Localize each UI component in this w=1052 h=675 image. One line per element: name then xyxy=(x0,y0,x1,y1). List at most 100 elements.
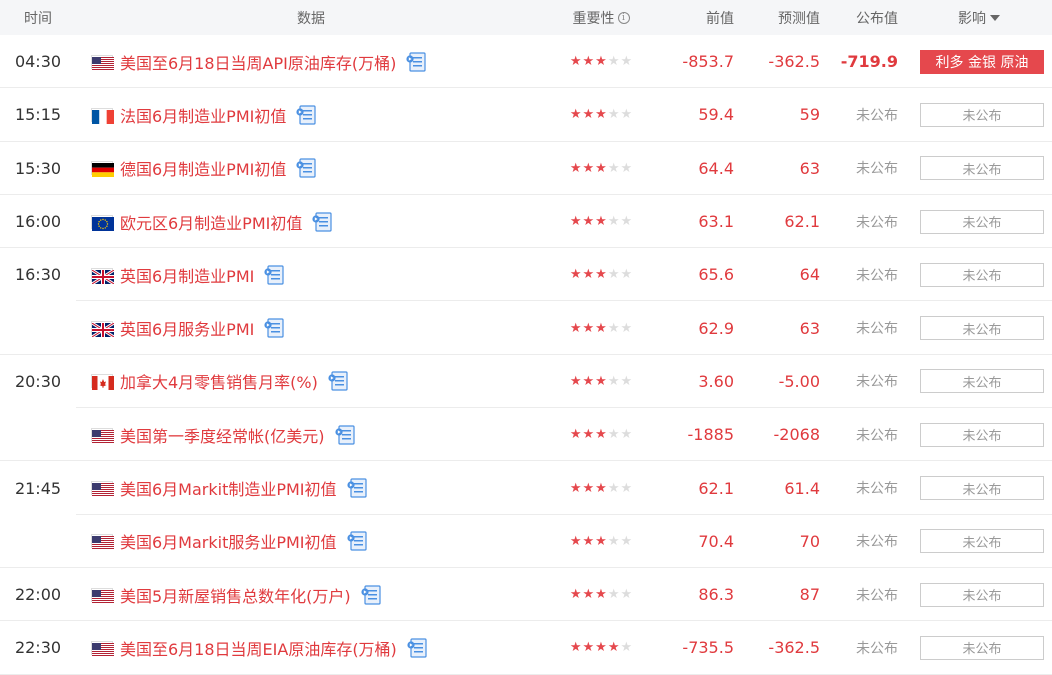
impact-cell: 未公布 xyxy=(906,635,1052,660)
forecast-value: 62.1 xyxy=(784,212,820,232)
event-name-link[interactable]: 欧元区6月制造业PMI初值 xyxy=(118,210,302,234)
star-icon: ★ xyxy=(595,54,607,70)
event-time: 16:00 xyxy=(14,212,62,232)
previous-value: 86.3 xyxy=(698,585,734,605)
event-time: 20:30 xyxy=(14,371,62,391)
star-icon: ★ xyxy=(620,587,633,603)
impact-badge: 未公布 xyxy=(920,635,1044,660)
event-name-link[interactable]: 美国至6月18日当周API原油库存(万桶) xyxy=(118,50,396,74)
star-icon: ★ xyxy=(620,480,633,496)
star-icon: ★ xyxy=(582,373,595,389)
video-document-icon[interactable] xyxy=(296,158,318,178)
event-name-cell: 美国第一季度经常帐(亿美元) xyxy=(118,423,546,447)
event-name-link[interactable]: 美国第一季度经常帐(亿美元) xyxy=(118,423,325,447)
star-icon: ★ xyxy=(569,54,582,70)
header-importance: 重要性 i xyxy=(546,8,656,28)
importance-stars: ★ ★ ★ ★ ★ xyxy=(546,55,656,68)
country-flag-icon xyxy=(76,321,118,339)
video-document-icon[interactable] xyxy=(328,371,350,392)
impact-cell: 未公布 xyxy=(906,316,1052,341)
star-icon: ★ xyxy=(582,107,595,123)
header-impact-filter[interactable]: 影响 xyxy=(906,8,1052,28)
video-document-icon[interactable] xyxy=(346,531,369,551)
video-document-icon[interactable] xyxy=(264,265,286,285)
event-name-cell: 英国6月制造业PMI xyxy=(118,263,546,287)
impact-badge: 未公布 xyxy=(920,156,1044,181)
star-icon: ★ xyxy=(582,54,595,70)
event-name-link[interactable]: 英国6月制造业PMI xyxy=(118,263,254,287)
header-time: 时间 xyxy=(24,10,52,27)
impact-cell: 利多 金银 原油 xyxy=(906,49,1052,74)
table-row[interactable]: 20:30 加拿大4月零售销售月率(%) ★ ★ ★ ★ ★ 3.60 -5.00 未公… xyxy=(0,355,1052,409)
row-divider xyxy=(0,673,1052,675)
actual-value: 未公布 xyxy=(856,481,898,498)
star-icon: ★ xyxy=(620,267,633,283)
country-flag-icon xyxy=(76,427,118,444)
forecast-value: 87 xyxy=(799,585,820,605)
table-row[interactable]: 21:45 美国6月Markit制造业PMI初值 ★ ★ ★ ★ ★ 62.1 61.4… xyxy=(0,461,1052,515)
video-document-icon[interactable] xyxy=(407,638,429,658)
previous-value: 62.9 xyxy=(698,318,734,338)
video-document-icon[interactable] xyxy=(334,425,357,445)
star-icon: ★ xyxy=(620,54,633,70)
event-time: 15:30 xyxy=(14,158,62,178)
actual-value: 未公布 xyxy=(856,640,898,657)
info-icon[interactable]: i xyxy=(617,11,630,24)
table-row[interactable]: 15:30 德国6月制造业PMI初值 ★ ★ ★ ★ ★ 64.4 63 未公布 未公布 xyxy=(0,142,1052,195)
table-row[interactable]: 美国6月Markit服务业PMI初值 ★ ★ ★ ★ ★ 70.4 70 未公布 未公布 xyxy=(0,515,1052,568)
event-name-link[interactable]: 英国6月服务业PMI xyxy=(118,316,254,340)
actual-value: 未公布 xyxy=(856,587,898,604)
event-name-link[interactable]: 美国6月Markit服务业PMI初值 xyxy=(118,529,337,553)
video-document-icon[interactable] xyxy=(361,585,383,605)
video-document-icon[interactable] xyxy=(406,52,428,72)
event-name-cell: 英国6月服务业PMI xyxy=(118,316,546,340)
star-icon: ★ xyxy=(607,54,620,70)
table-row[interactable]: 英国6月服务业PMI ★ ★ ★ ★ ★ 62.9 63 未公布 未公布 xyxy=(0,301,1052,355)
impact-cell: 未公布 xyxy=(906,156,1052,181)
video-document-icon[interactable] xyxy=(346,478,369,498)
star-icon: ★ xyxy=(569,533,582,549)
table-row[interactable]: 22:30 美国至6月18日当周EIA原油库存(万桶) ★ ★ ★ ★ ★ -735.5… xyxy=(0,621,1052,675)
star-icon: ★ xyxy=(595,107,607,123)
event-name-cell: 美国至6月18日当周EIA原油库存(万桶) xyxy=(118,636,546,660)
event-name-cell: 美国6月Markit制造业PMI初值 xyxy=(118,476,546,500)
impact-badge: 未公布 xyxy=(920,316,1044,341)
star-icon: ★ xyxy=(620,533,633,549)
event-name-link[interactable]: 美国至6月18日当周EIA原油库存(万桶) xyxy=(118,636,397,660)
star-icon: ★ xyxy=(582,160,595,176)
actual-value: 未公布 xyxy=(856,214,898,231)
star-icon: ★ xyxy=(620,427,633,443)
table-row[interactable]: 04:30 美国至6月18日当周API原油库存(万桶) ★ ★ ★ ★ ★ -853.7… xyxy=(0,35,1052,89)
video-document-icon[interactable] xyxy=(296,105,318,125)
table-row[interactable]: 15:15 法国6月制造业PMI初值 ★ ★ ★ ★ ★ 59.4 59 未公布 未公布 xyxy=(0,88,1052,142)
importance-stars: ★ ★ ★ ★ ★ xyxy=(546,641,656,654)
impact-cell: 未公布 xyxy=(906,422,1052,447)
event-name-link[interactable]: 法国6月制造业PMI初值 xyxy=(118,103,286,127)
previous-value: -853.7 xyxy=(682,52,734,72)
star-icon: ★ xyxy=(569,267,582,283)
event-name-link[interactable]: 德国6月制造业PMI初值 xyxy=(118,156,286,180)
event-name-cell: 美国5月新屋销售总数年化(万户) xyxy=(118,583,546,607)
event-name-link[interactable]: 美国6月Markit制造业PMI初值 xyxy=(118,476,337,500)
header-previous: 前值 xyxy=(706,10,734,27)
video-document-icon[interactable] xyxy=(264,318,286,338)
event-name-cell: 美国6月Markit服务业PMI初值 xyxy=(118,529,546,553)
previous-value: -1885 xyxy=(687,425,735,445)
star-icon: ★ xyxy=(582,320,595,336)
star-icon: ★ xyxy=(569,640,582,656)
table-row[interactable]: 22:00 美国5月新屋销售总数年化(万户) ★ ★ ★ ★ ★ 86.3 87 未公布… xyxy=(0,568,1052,622)
table-row[interactable]: 16:00 欧元区6月制造业PMI初值 ★ ★ ★ ★ ★ 63.1 62.1 未公布 … xyxy=(0,195,1052,249)
table-row[interactable]: 16:30 英国6月制造业PMI ★ ★ ★ ★ ★ 65.6 64 未公布 未公布 xyxy=(0,248,1052,302)
previous-value: 62.1 xyxy=(698,478,734,498)
star-icon: ★ xyxy=(569,480,582,496)
importance-stars: ★ ★ ★ ★ ★ xyxy=(546,268,656,281)
table-row[interactable]: 美国第一季度经常帐(亿美元) ★ ★ ★ ★ ★ -1885 -2068 未公布 未公布 xyxy=(0,408,1052,462)
table-body: 04:30 美国至6月18日当周API原油库存(万桶) ★ ★ ★ ★ ★ -853.7… xyxy=(0,35,1052,675)
star-icon: ★ xyxy=(569,160,582,176)
event-name-link[interactable]: 加拿大4月零售销售月率(%) xyxy=(118,369,318,393)
star-icon: ★ xyxy=(620,640,633,656)
star-icon: ★ xyxy=(620,107,633,123)
video-document-icon[interactable] xyxy=(312,211,334,232)
event-name-link[interactable]: 美国5月新屋销售总数年化(万户) xyxy=(118,583,351,607)
star-icon: ★ xyxy=(607,427,620,443)
